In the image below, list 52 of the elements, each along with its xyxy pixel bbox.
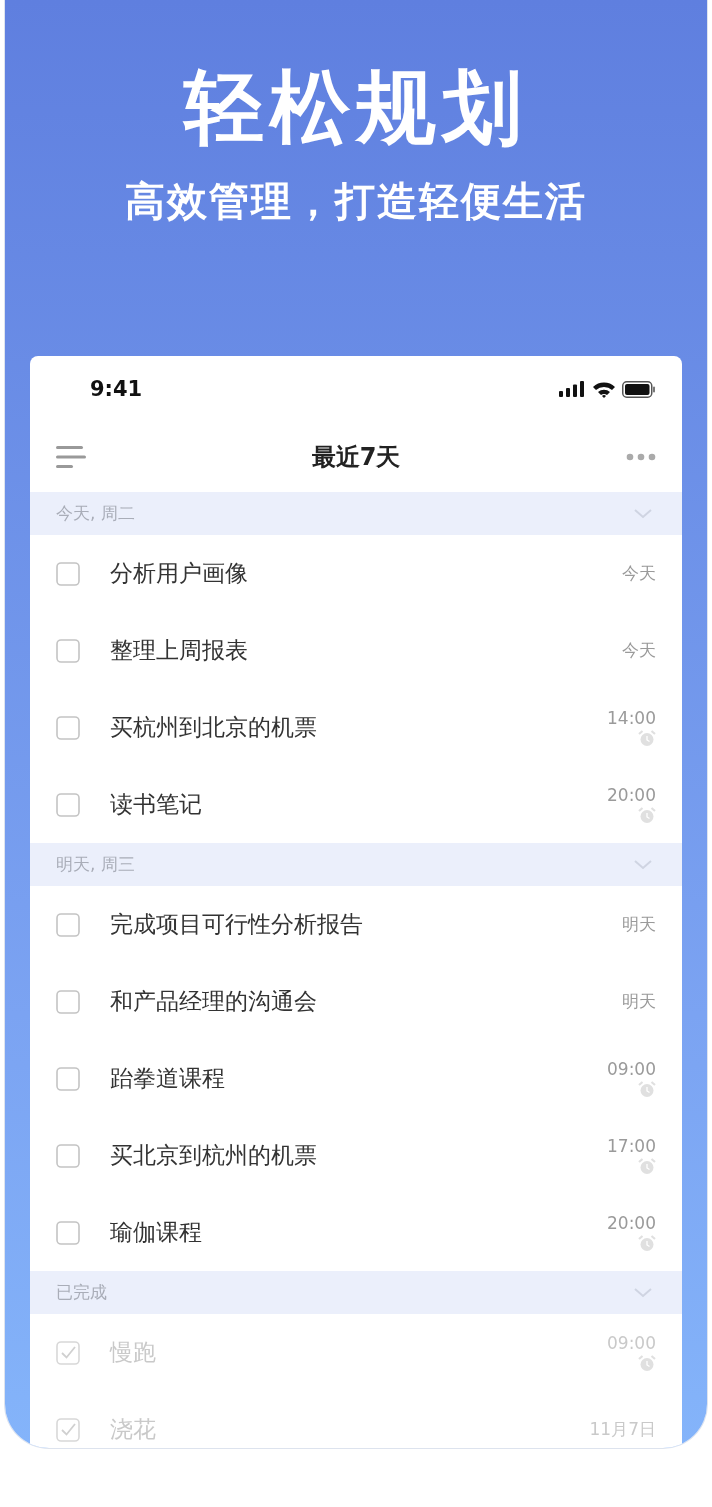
task-row[interactable]: 跆拳道课程 09:00 [30, 1040, 682, 1117]
task-row[interactable]: 买北京到杭州的机票 17:00 [30, 1117, 682, 1194]
chevron-icon[interactable] [634, 508, 652, 519]
due-text: 14:00 [607, 708, 656, 728]
due-text: 今天 [622, 562, 656, 585]
checkbox[interactable] [56, 1143, 80, 1168]
task-title: 跆拳道课程 [110, 1064, 226, 1093]
checkbox[interactable] [56, 912, 80, 937]
task-row[interactable]: 完成项目可行性分析报告 明天 [30, 886, 682, 963]
task-title: 买北京到杭州的机票 [110, 1141, 318, 1170]
task-row[interactable]: 买杭州到北京的机票 14:00 [30, 689, 682, 766]
due-text: 09:00 [607, 1059, 656, 1079]
task-title: 分析用户画像 [110, 559, 249, 588]
chevron-icon[interactable] [634, 1287, 652, 1298]
task-row[interactable]: 分析用户画像 今天 [30, 535, 682, 612]
wifi-icon [592, 380, 616, 398]
checkbox[interactable] [56, 1066, 80, 1091]
checkbox[interactable] [56, 638, 80, 663]
menu-icon[interactable] [56, 445, 86, 469]
section-label: 已完成 [56, 1281, 107, 1304]
headline: 轻松规划 [184, 62, 528, 154]
task-title: 完成项目可行性分析报告 [110, 910, 364, 939]
status-time: 9:41 [90, 377, 143, 401]
task-row[interactable]: 瑜伽课程 20:00 [30, 1194, 682, 1271]
task-title: 买杭州到北京的机票 [110, 713, 318, 742]
checkbox[interactable] [56, 561, 80, 586]
subtitle: 高效管理，打造轻便生活 [125, 177, 587, 226]
task-row[interactable]: 和产品经理的沟通会 明天 [30, 963, 682, 1040]
chevron-icon[interactable] [634, 859, 652, 870]
due-text: 20:00 [607, 785, 656, 805]
checkbox[interactable] [56, 989, 80, 1014]
due-text: 明天 [622, 990, 656, 1013]
task-title: 和产品经理的沟通会 [110, 987, 318, 1016]
more-icon[interactable] [626, 453, 656, 461]
screen-title: 最近7天 [311, 442, 401, 473]
task-row[interactable]: 读书笔记 20:00 [30, 766, 682, 843]
checkbox[interactable] [56, 1417, 80, 1442]
task-title: 瑜伽课程 [110, 1218, 203, 1247]
signal-icon [559, 381, 586, 397]
due-text: 今天 [622, 639, 656, 662]
checkbox[interactable] [56, 1340, 80, 1365]
checkbox[interactable] [56, 715, 80, 740]
task-row[interactable]: 整理上周报表 今天 [30, 612, 682, 689]
section-label: 今天, 周二 [56, 502, 135, 525]
task-title: 整理上周报表 [110, 636, 249, 665]
due-text: 明天 [622, 913, 656, 936]
due-text: 17:00 [607, 1136, 656, 1156]
checkbox[interactable] [56, 792, 80, 817]
task-title: 读书笔记 [110, 790, 203, 819]
battery-icon [622, 380, 656, 398]
checkbox[interactable] [56, 1220, 80, 1245]
due-text: 20:00 [607, 1213, 656, 1233]
